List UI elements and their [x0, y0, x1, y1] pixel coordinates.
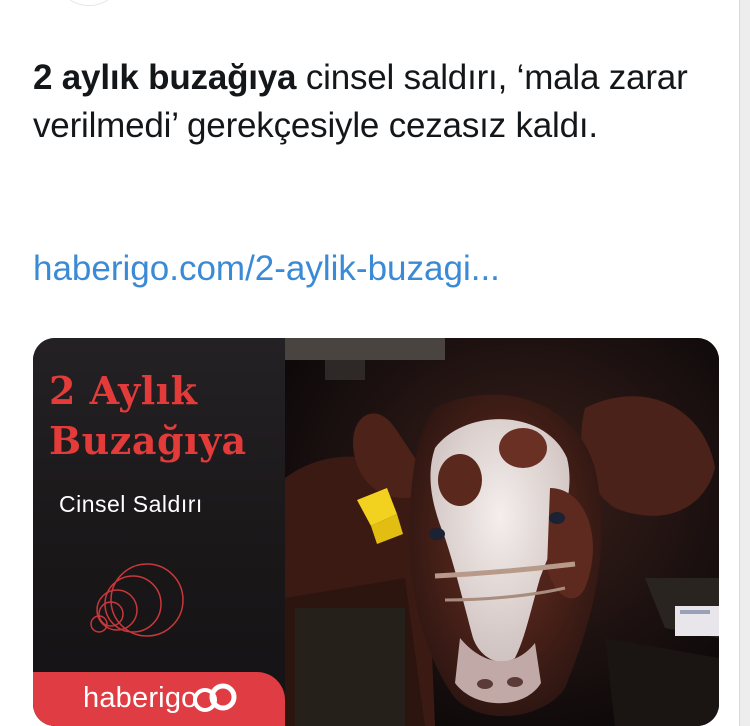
link-preview-card[interactable]: 2 Aylık Buzağıya Cinsel Saldırı haberigo [33, 338, 719, 726]
card-headline-line2: Buzağıya [49, 418, 247, 463]
tweet-text-bold: 2 aylık buzağıya [33, 58, 297, 97]
decorative-circles-icon [90, 563, 184, 637]
scroll-edge [740, 0, 750, 726]
card-headline: 2 Aylık Buzağıya [49, 366, 279, 466]
avatar[interactable] [60, 0, 118, 6]
brand-bar: haberigo [33, 672, 285, 726]
tweet-link[interactable]: haberigo.com/2-aylik-buzagi... [33, 245, 693, 293]
brand-logo-text: haberigo [83, 682, 198, 714]
card-headline-line1: 2 Aylık [49, 368, 198, 413]
tweet-text: 2 aylık buzağıya cinsel saldırı, ‘mala z… [33, 54, 693, 150]
calf-photo [285, 338, 719, 726]
card-text-panel: 2 Aylık Buzağıya Cinsel Saldırı haberigo [33, 338, 285, 726]
haberigo-logo-icon [193, 683, 237, 712]
card-subheadline: Cinsel Saldırı [59, 491, 203, 517]
